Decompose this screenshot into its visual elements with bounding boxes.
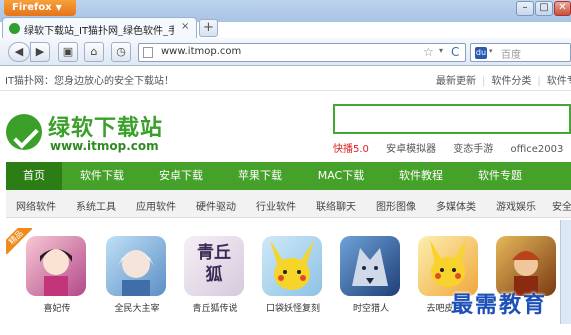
app-item[interactable]: 时空猎人 — [336, 236, 402, 326]
app-icon-pokemon[interactable] — [262, 236, 322, 296]
app-item[interactable]: 喜妃传 — [22, 236, 88, 326]
nav-home[interactable]: 首页 — [6, 162, 62, 190]
top-link-category[interactable]: 软件分类 — [491, 76, 531, 87]
firefox-menu-button[interactable]: Firefox ▼ — [4, 0, 76, 16]
chevron-down-icon: ▼ — [55, 3, 62, 12]
star-icon[interactable]: ☆ — [423, 45, 434, 59]
welcome-text: IT猫扑网：您身边放心的安全下载站！ — [5, 76, 175, 87]
nav-topics[interactable]: 软件专题 — [462, 162, 538, 190]
subnav-item[interactable]: 图形图像 — [376, 198, 416, 213]
tab-close-icon[interactable]: × — [181, 21, 189, 32]
search-placeholder: 百度 — [501, 50, 521, 61]
subnav-item[interactable]: 安全 — [552, 198, 571, 213]
sub-navigation: 网络软件 系统工具 应用软件 硬件驱动 行业软件 联络聊天 图形图像 多媒体类 … — [6, 190, 571, 218]
hot-keyword[interactable]: 变态手游 — [453, 144, 493, 155]
logo-check-icon — [6, 114, 42, 150]
hot-keyword[interactable]: office2003 — [510, 144, 563, 155]
app-name[interactable]: 全民大主宰 — [102, 301, 172, 314]
url-bar[interactable]: www.itmop.com ☆ ▾ C — [138, 43, 466, 62]
top-link-topic[interactable]: 软件专 — [547, 76, 571, 87]
back-button[interactable]: ◀ — [8, 42, 30, 62]
subnav-item[interactable]: 游戏娱乐 — [496, 198, 536, 213]
hot-keywords: 快播5.0 安卓模拟器 变态手游 office2003 成 — [333, 140, 571, 155]
hero-portrait-icon — [118, 250, 154, 296]
hot-keyword[interactable]: 快播5.0 — [333, 144, 369, 155]
app-name[interactable]: 口袋妖怪复刻 — [258, 301, 328, 314]
site-favicon-icon — [9, 23, 20, 34]
site-search-input[interactable] — [333, 104, 571, 134]
maximize-button[interactable]: □ — [535, 1, 553, 16]
nav-software[interactable]: 软件下载 — [64, 162, 140, 190]
forward-button[interactable]: ▶ — [30, 42, 50, 62]
url-text[interactable]: www.itmop.com — [161, 46, 241, 57]
site-logo[interactable]: 绿软下载站 www.itmop.com — [6, 108, 166, 154]
top-links: 最新更新 | 软件分类 | 软件专 — [436, 72, 571, 87]
nav-apple[interactable]: 苹果下载 — [222, 162, 298, 190]
bookmarks-icon[interactable]: ▣ — [58, 42, 78, 62]
main-navigation: 首页 软件下载 安卓下载 苹果下载 MAC下载 软件教程 软件专题 — [6, 162, 571, 190]
logo-title: 绿软下载站 — [48, 115, 164, 141]
subnav-item[interactable]: 系统工具 — [76, 198, 116, 213]
subnav-item[interactable]: 行业软件 — [256, 198, 296, 213]
firefox-menu-label: Firefox — [12, 2, 52, 13]
subnav-item[interactable]: 网络软件 — [16, 198, 56, 213]
subnav-item[interactable]: 联络聊天 — [316, 198, 356, 213]
top-link-latest[interactable]: 最新更新 — [436, 76, 476, 87]
nav-tutorials[interactable]: 软件教程 — [383, 162, 459, 190]
divider: | — [537, 76, 541, 87]
app-name[interactable]: 时空猎人 — [336, 301, 406, 314]
app-item[interactable]: 口袋妖怪复刻 — [258, 236, 324, 326]
watermark: 最需教育 — [451, 292, 548, 318]
close-window-button[interactable]: ✕ — [554, 1, 571, 16]
search-engine-dropdown-icon[interactable]: ▾ — [489, 47, 493, 55]
app-icon-qingqiu[interactable]: 青丘 狐 — [184, 236, 244, 296]
nav-mac[interactable]: MAC下载 — [301, 162, 381, 190]
minimize-button[interactable]: – — [516, 1, 534, 16]
nav-android[interactable]: 安卓下载 — [143, 162, 219, 190]
app-icon-zhuzai[interactable] — [106, 236, 166, 296]
app-name[interactable]: 青丘狐传说 — [180, 301, 250, 314]
app-item[interactable]: 全民大主宰 — [102, 236, 168, 326]
app-icon-hunter[interactable] — [340, 236, 400, 296]
subnav-item[interactable]: 多媒体类 — [436, 198, 476, 213]
app-item[interactable]: 青丘 狐 青丘狐传说 — [180, 236, 246, 326]
hot-keyword[interactable]: 安卓模拟器 — [386, 144, 436, 155]
wolf-icon — [352, 248, 388, 286]
home-icon[interactable]: ⌂ — [84, 42, 104, 62]
history-icon[interactable]: ◷ — [111, 42, 131, 62]
reload-icon[interactable]: C — [451, 45, 459, 59]
new-tab-button[interactable]: + — [199, 19, 218, 37]
browser-tab[interactable]: 绿软下载站_IT猫扑网_绿色软件_手机a... × — [2, 17, 197, 39]
pikachu-icon — [270, 240, 314, 290]
search-input[interactable]: du ▾ 百度 — [470, 43, 571, 62]
princess-portrait-icon — [40, 249, 72, 296]
app-icon-xifei[interactable] — [26, 236, 86, 296]
app-icon-calligraphy: 青丘 狐 — [197, 243, 231, 285]
app-name[interactable]: 喜妃传 — [22, 301, 92, 314]
divider: | — [482, 76, 486, 87]
url-dropdown-icon[interactable]: ▾ — [439, 46, 443, 55]
navigation-toolbar: ◀ ▶ ▣ ⌂ ◷ www.itmop.com ☆ ▾ C du ▾ 百度 — [0, 38, 571, 66]
baidu-icon[interactable]: du — [475, 47, 487, 59]
logo-url: www.itmop.com — [50, 139, 159, 153]
subnav-item[interactable]: 硬件驱动 — [196, 198, 236, 213]
tab-title: 绿软下载站_IT猫扑网_绿色软件_手机a... — [24, 26, 174, 36]
page-icon — [143, 47, 153, 58]
subnav-item[interactable]: 应用软件 — [136, 198, 176, 213]
site-top-bar: IT猫扑网：您身边放心的安全下载站！ 最新更新 | 软件分类 | 软件专 — [0, 67, 571, 91]
